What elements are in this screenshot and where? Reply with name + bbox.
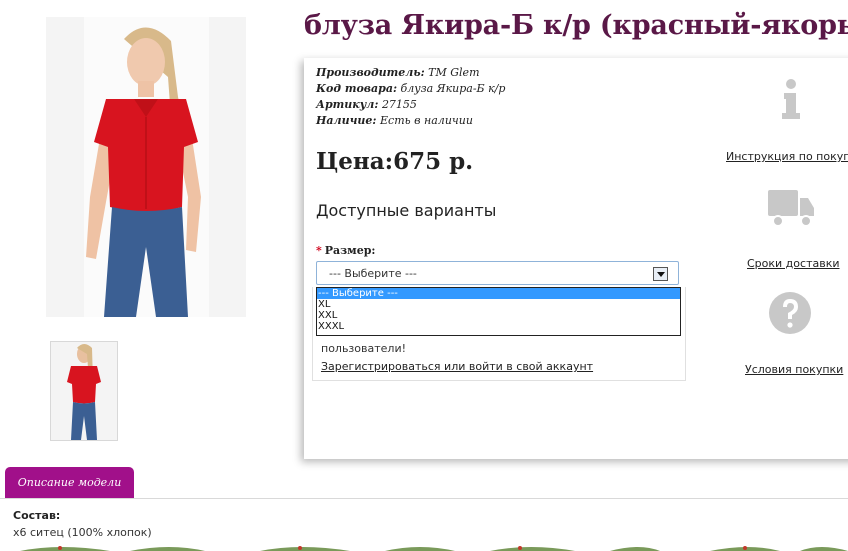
article-label: Артикул: [316,98,379,111]
size-option[interactable]: XL [317,299,680,310]
article-row: Артикул: 27155 [316,97,505,113]
instruction-link[interactable]: Инструкция по покупке [726,150,848,163]
size-option[interactable]: XXXL [317,321,680,332]
manufacturer-value: ТМ Glem [428,66,480,79]
info-icon[interactable] [776,78,806,120]
composition-value: х6 ситец (100% хлопок) [13,526,152,539]
availability-value: Есть в наличии [380,114,473,127]
size-option[interactable]: --- Выберите --- [317,288,680,299]
required-mark: * [316,244,322,257]
size-select[interactable]: --- Выберите --- [316,261,679,285]
product-info-panel: Производитель: ТМ Glem Код товара: блуза… [304,58,848,459]
manufacturer-label: Производитель: [316,66,425,79]
product-title: блуза Якира-Б к/р (красный-якорь) [304,10,848,41]
delivery-link[interactable]: Сроки доставки [747,257,840,270]
tab-description[interactable]: Описание модели [5,467,134,498]
holiday-garland [20,546,848,551]
code-label: Код товара: [316,82,398,95]
size-label: * Размер: [316,244,376,257]
size-select-value: --- Выберите --- [329,267,417,280]
model-photo [46,17,246,317]
register-login-link[interactable]: Зарегистрироваться или войти в свой акка… [321,360,593,373]
truck-icon[interactable] [766,188,816,228]
question-icon[interactable] [767,290,813,336]
product-thumbnail[interactable] [50,341,118,441]
code-row: Код товара: блуза Якира-Б к/р [316,81,505,97]
availability-row: Наличие: Есть в наличии [316,113,505,129]
notice-text: пользователи! [321,342,407,355]
product-price: Цена:675 р. [316,148,474,175]
size-label-text: Размер: [324,244,376,257]
article-value: 27155 [381,98,417,111]
tab-divider [0,498,848,499]
variants-title: Доступные варианты [316,201,497,220]
purchase-terms-link[interactable]: Условия покупки [745,363,843,376]
manufacturer-row: Производитель: ТМ Glem [316,65,505,81]
availability-label: Наличие: [316,114,377,127]
dropdown-arrow-icon[interactable] [653,267,668,281]
code-value: блуза Якира-Б к/р [400,82,506,95]
product-main-image[interactable] [46,17,246,317]
size-option[interactable]: XXL [317,310,680,321]
thumbnail-photo [51,342,117,440]
size-dropdown-list: --- Выберите --- XL XXL XXXL [316,287,681,336]
product-meta: Производитель: ТМ Glem Код товара: блуза… [316,65,505,129]
composition-label: Состав: [13,509,61,522]
